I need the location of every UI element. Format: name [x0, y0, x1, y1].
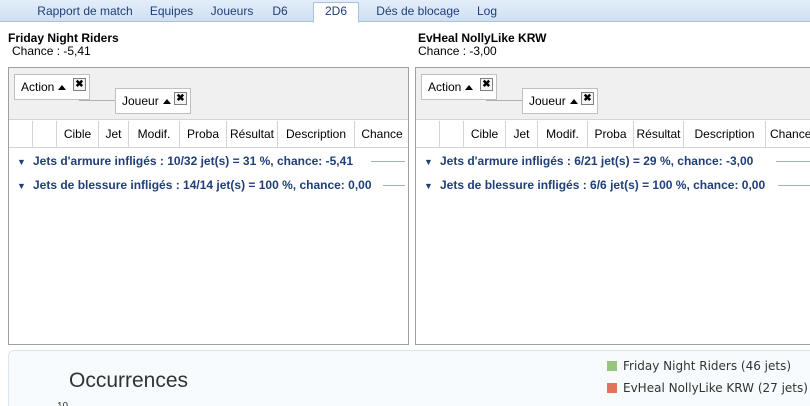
column-header-resultat[interactable]: Résultat: [227, 121, 278, 148]
group-chip-joueur[interactable]: Joueur ✖: [115, 88, 191, 114]
rolls-grid-right: Action ✖ Joueur ✖ Cible Jet Modif. Proba…: [415, 67, 810, 345]
column-header-proba[interactable]: Proba: [180, 121, 227, 148]
team-chance-right: Chance : -3,00: [418, 44, 497, 58]
legend-swatch: [607, 383, 617, 393]
column-header-description[interactable]: Description: [278, 121, 355, 148]
group-row-injury[interactable]: ▼ Jets de blessure infligés : 14/14 jet(s…: [17, 176, 372, 194]
column-header-expand: [9, 121, 33, 148]
chip-label: Action: [428, 80, 462, 94]
tab-d6[interactable]: D6: [264, 3, 296, 22]
group-row-divider: [371, 161, 405, 162]
group-chip-action[interactable]: Action ✖: [421, 74, 497, 100]
group-row-armor[interactable]: ▼ Jets d'armure infligés : 6/21 jet(s) = …: [424, 152, 753, 170]
group-connector: [79, 100, 115, 101]
chip-label: Joueur: [529, 94, 566, 108]
team-chance-left: Chance : -5,41: [12, 44, 91, 58]
tab-rapport-de-match[interactable]: Rapport de match: [31, 3, 139, 22]
group-row-divider: [383, 185, 405, 186]
sort-asc-icon: [569, 99, 578, 105]
y-axis-tick: 10: [57, 401, 68, 406]
column-header-description[interactable]: Description: [684, 121, 766, 148]
tab-des-de-blocage[interactable]: Dés de blocage: [370, 3, 466, 22]
collapse-chevron-icon[interactable]: ▼: [424, 177, 434, 195]
group-by-area: Action ✖ Joueur ✖: [9, 68, 408, 120]
tab-log[interactable]: Log: [470, 3, 504, 22]
sort-asc-icon: [465, 85, 474, 91]
group-row-divider: [776, 161, 810, 162]
column-header-modif[interactable]: Modif.: [129, 121, 180, 148]
rolls-grid-left: Action ✖ Joueur ✖ Cible Jet Modif. Proba…: [8, 67, 409, 345]
group-row-label: Jets de blessure infligés : 6/6 jet(s) =…: [440, 178, 766, 192]
chip-label: Action: [21, 80, 55, 94]
group-chip-joueur[interactable]: Joueur ✖: [522, 88, 598, 114]
sort-asc-icon: [162, 99, 171, 105]
tab-2d6[interactable]: 2D6: [313, 2, 359, 23]
group-row-armor[interactable]: ▼ Jets d'armure infligés : 10/32 jet(s) =…: [17, 152, 353, 170]
tab-equipes[interactable]: Equipes: [143, 3, 200, 22]
remove-group-icon[interactable]: ✖: [581, 92, 594, 105]
remove-group-icon[interactable]: ✖: [73, 78, 86, 91]
legend-swatch: [607, 361, 617, 371]
column-header-jet[interactable]: Jet: [506, 121, 538, 148]
remove-group-icon[interactable]: ✖: [174, 92, 187, 105]
group-row-label: Jets d'armure infligés : 6/21 jet(s) = 2…: [440, 154, 754, 168]
chip-label: Joueur: [122, 94, 159, 108]
group-row-label: Jets de blessure infligés : 14/14 jet(s)…: [33, 178, 372, 192]
team-name-right: EvHeal NollyLike KRW: [418, 31, 547, 45]
column-header-row: Cible Jet Modif. Proba Résultat Descript…: [416, 121, 810, 148]
legend-label: Friday Night Riders (46 jets): [623, 359, 792, 373]
column-header-chance[interactable]: Chance: [766, 121, 810, 148]
occurrences-chart: Occurrences 10 Friday Night Riders (46 j…: [8, 350, 810, 406]
column-header-jet[interactable]: Jet: [99, 121, 129, 148]
chart-title: Occurrences: [69, 369, 189, 392]
tab-joueurs[interactable]: Joueurs: [204, 3, 260, 22]
column-header-modif[interactable]: Modif.: [538, 121, 588, 148]
remove-group-icon[interactable]: ✖: [480, 78, 493, 91]
column-header-row: Cible Jet Modif. Proba Résultat Descript…: [9, 121, 408, 148]
column-header-proba[interactable]: Proba: [588, 121, 634, 148]
column-header-cible[interactable]: Cible: [464, 121, 506, 148]
collapse-chevron-icon[interactable]: ▼: [424, 153, 434, 171]
column-header-chance[interactable]: Chance: [355, 121, 408, 148]
column-header-cible[interactable]: Cible: [57, 121, 99, 148]
group-row-label: Jets d'armure infligés : 10/32 jet(s) = …: [33, 154, 353, 168]
sort-asc-icon: [58, 85, 67, 91]
column-header-blank: [440, 121, 464, 148]
column-header-blank: [33, 121, 57, 148]
group-row-divider: [778, 185, 810, 186]
group-chip-action[interactable]: Action ✖: [14, 74, 90, 100]
collapse-chevron-icon[interactable]: ▼: [17, 177, 27, 195]
group-connector: [486, 100, 522, 101]
column-header-expand: [416, 121, 440, 148]
group-row-injury[interactable]: ▼ Jets de blessure infligés : 6/6 jet(s) …: [424, 176, 765, 194]
group-by-area: Action ✖ Joueur ✖: [416, 68, 810, 120]
collapse-chevron-icon[interactable]: ▼: [17, 153, 27, 171]
legend-label: EvHeal NollyLike KRW (27 jets): [623, 381, 808, 395]
tab-bar: Rapport de match Equipes Joueurs D6 2D6 …: [0, 0, 810, 23]
column-header-resultat[interactable]: Résultat: [634, 121, 684, 148]
team-name-left: Friday Night Riders: [8, 31, 119, 45]
